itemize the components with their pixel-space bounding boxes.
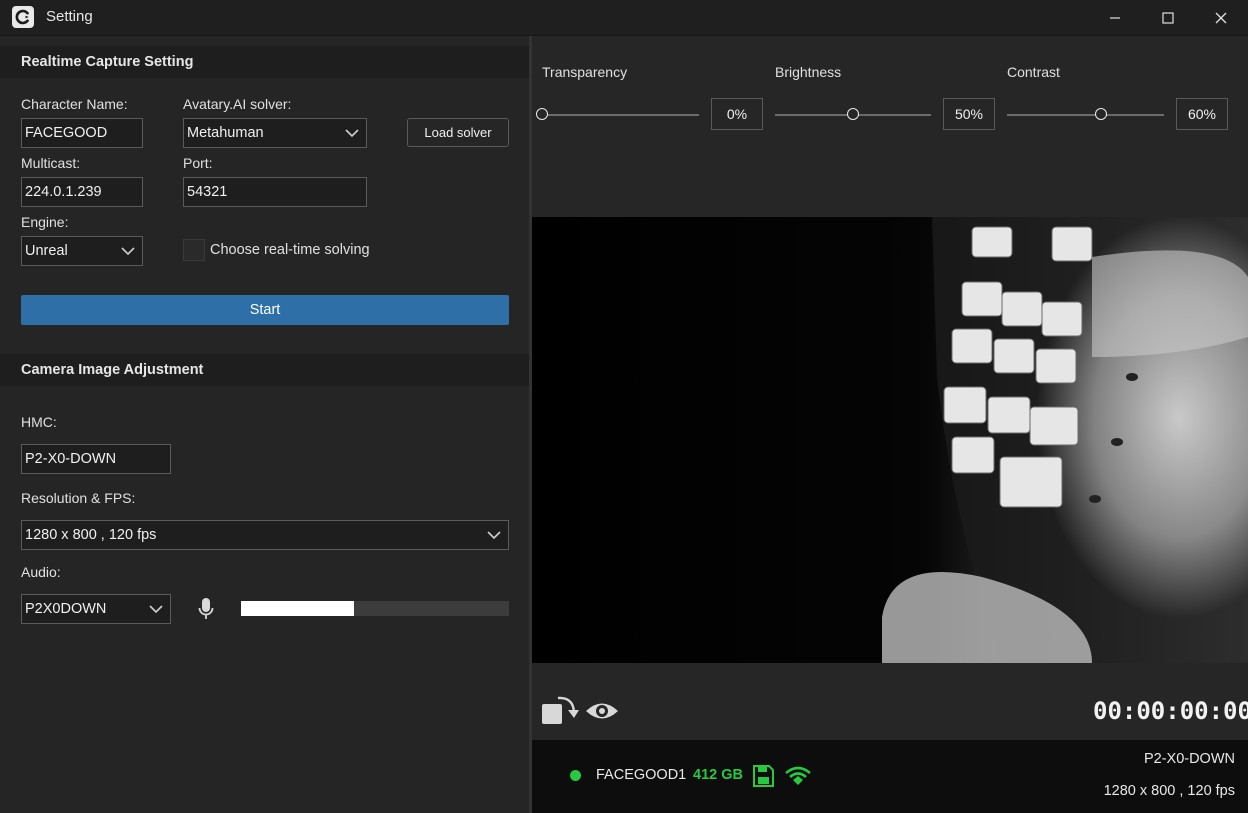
realtime-solving-checkbox[interactable] bbox=[183, 239, 205, 261]
camera-preview bbox=[532, 217, 1248, 663]
chevron-down-icon bbox=[487, 531, 501, 540]
device-name: FACEGOOD1 bbox=[596, 767, 687, 783]
character-name-input[interactable]: FACEGOOD bbox=[21, 118, 143, 148]
solver-label: Avatary.AI solver: bbox=[183, 96, 292, 112]
audio-select[interactable]: P2X0DOWN bbox=[21, 594, 171, 624]
transparency-slider-knob[interactable] bbox=[536, 108, 548, 120]
load-solver-button[interactable]: Load solver bbox=[407, 118, 509, 147]
title-bar: Setting bbox=[0, 0, 1248, 36]
solver-value: Metahuman bbox=[187, 125, 264, 141]
facegood-logo bbox=[12, 6, 34, 28]
brightness-slider-knob[interactable] bbox=[847, 108, 859, 120]
minimize-button[interactable] bbox=[1090, 0, 1140, 36]
port-input[interactable]: 54321 bbox=[183, 177, 367, 207]
contrast-value[interactable]: 60% bbox=[1176, 98, 1228, 130]
realtime-solving-label: Choose real-time solving bbox=[210, 242, 370, 258]
contrast-slider[interactable] bbox=[1007, 114, 1164, 116]
status-resolution: 1280 x 800 , 120 fps bbox=[1103, 783, 1235, 799]
chevron-down-icon bbox=[149, 605, 163, 614]
chevron-down-icon bbox=[121, 247, 135, 256]
chevron-down-icon bbox=[345, 129, 359, 138]
multicast-input[interactable]: 224.0.1.239 bbox=[21, 177, 143, 207]
close-button[interactable] bbox=[1196, 0, 1246, 36]
port-label: Port: bbox=[183, 155, 213, 171]
brightness-label: Brightness bbox=[775, 64, 842, 80]
timecode-display: 00:00:00:00 bbox=[1093, 697, 1248, 725]
realtime-capture-header: Realtime Capture Setting bbox=[0, 46, 530, 78]
close-icon bbox=[1215, 12, 1227, 24]
resolution-select[interactable]: 1280 x 800 , 120 fps bbox=[21, 520, 509, 550]
contrast-label: Contrast bbox=[1007, 64, 1060, 80]
microphone-icon[interactable] bbox=[197, 597, 215, 624]
hmc-label: HMC: bbox=[21, 414, 57, 430]
brightness-value[interactable]: 50% bbox=[943, 98, 995, 130]
wifi-icon bbox=[784, 765, 812, 790]
engine-value: Unreal bbox=[25, 243, 68, 259]
transparency-slider[interactable] bbox=[542, 114, 699, 116]
maximize-icon bbox=[1162, 12, 1174, 24]
minimize-icon bbox=[1110, 17, 1120, 19]
camera-adjustment-header: Camera Image Adjustment bbox=[0, 354, 530, 386]
resolution-label: Resolution & FPS: bbox=[21, 490, 136, 506]
audio-level-fill bbox=[241, 601, 354, 616]
rotate-icon[interactable] bbox=[541, 694, 579, 729]
transparency-value[interactable]: 0% bbox=[711, 98, 763, 130]
engine-select[interactable]: Unreal bbox=[21, 236, 143, 266]
engine-label: Engine: bbox=[21, 214, 69, 230]
resolution-value: 1280 x 800 , 120 fps bbox=[25, 527, 157, 543]
hmc-name: P2-X0-DOWN bbox=[1143, 751, 1235, 767]
character-name-label: Character Name: bbox=[21, 96, 128, 112]
solver-select[interactable]: Metahuman bbox=[183, 118, 367, 148]
audio-label: Audio: bbox=[21, 564, 61, 580]
hmc-input[interactable]: P2-X0-DOWN bbox=[21, 444, 171, 474]
floppy-disk-icon bbox=[752, 764, 775, 791]
audio-level-meter bbox=[241, 601, 509, 616]
storage-value: 412 GB bbox=[693, 767, 743, 783]
maximize-button[interactable] bbox=[1143, 0, 1193, 36]
window-title: Setting bbox=[46, 8, 93, 25]
start-button[interactable]: Start bbox=[21, 295, 509, 325]
transparency-label: Transparency bbox=[542, 64, 628, 80]
status-dot bbox=[570, 770, 581, 781]
multicast-label: Multicast: bbox=[21, 155, 81, 171]
audio-value: P2X0DOWN bbox=[25, 601, 107, 617]
eye-icon[interactable] bbox=[584, 698, 620, 727]
left-panel bbox=[0, 36, 530, 813]
